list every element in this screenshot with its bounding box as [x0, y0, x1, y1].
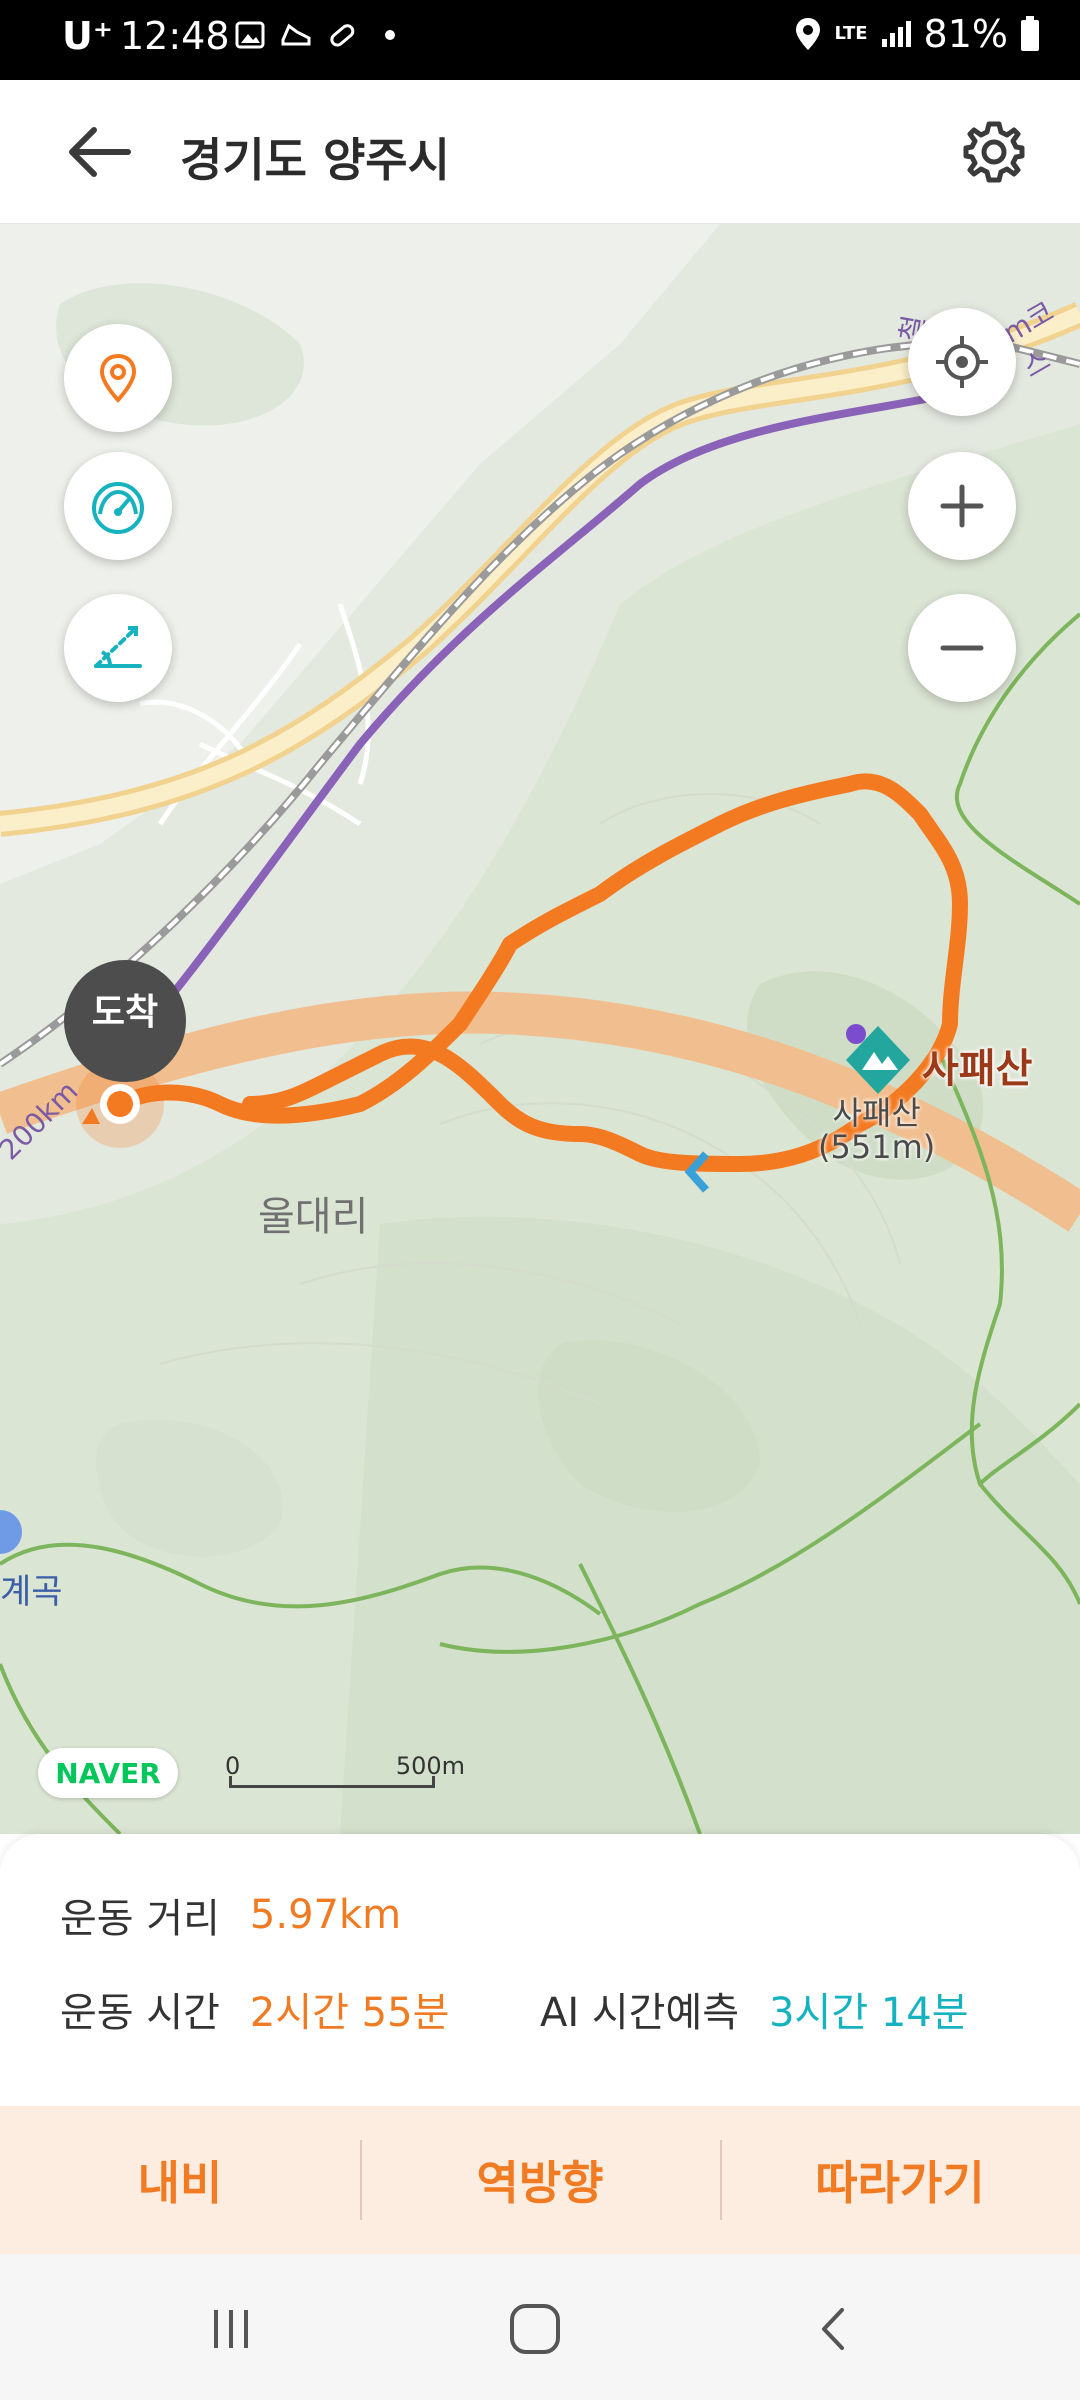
- naver-logo: NAVER: [38, 1748, 178, 1798]
- ai-estimate-value: 3시간 14분: [769, 1990, 969, 2036]
- zoom-in-icon: [940, 484, 984, 528]
- ai-estimate-label: AI 시간예측: [540, 1990, 740, 2036]
- peak-sub-label: 사패산 (551m): [818, 1096, 935, 1164]
- reverse-direction-button[interactable]: 역방향: [360, 2106, 720, 2254]
- home-button[interactable]: [500, 2294, 570, 2364]
- distance-label: 운동 거리: [60, 1896, 220, 1942]
- time-row: 운동 시간 2시간 55분: [60, 1980, 449, 2038]
- time-label: 운동 시간: [60, 1990, 220, 2036]
- home-icon: [510, 2304, 560, 2354]
- follow-button[interactable]: 따라가기: [720, 2106, 1080, 2254]
- battery-percent: 81%: [923, 12, 1008, 56]
- location-pin-icon: [99, 353, 137, 403]
- navigate-button[interactable]: 내비: [0, 2106, 360, 2254]
- location-status-icon: [796, 18, 821, 50]
- status-time: 12:48: [120, 14, 230, 58]
- signal-icon: [881, 21, 911, 47]
- arrow-left-icon: [69, 127, 131, 177]
- gallery-icon: [235, 21, 265, 49]
- speedometer-icon: [92, 482, 144, 534]
- speed-button[interactable]: [64, 452, 172, 560]
- slope-angle-icon: [94, 626, 142, 668]
- edge-place-label: 계곡: [0, 1572, 63, 1612]
- app-header: 경기도 양주시: [0, 80, 1080, 224]
- my-location-icon: [936, 336, 988, 388]
- slope-button[interactable]: [64, 594, 172, 702]
- location-pin-button[interactable]: [64, 324, 172, 432]
- shoe-icon: [281, 23, 311, 46]
- page-title: 경기도 양주시: [180, 133, 450, 187]
- distance-value: 5.97km: [249, 1892, 402, 1938]
- nav-back-button[interactable]: [800, 2294, 870, 2364]
- more-notifications-dot: [385, 30, 395, 40]
- back-button[interactable]: [64, 122, 134, 182]
- ai-estimate-row: AI 시간예측 3시간 14분: [540, 1980, 969, 2038]
- zoom-out-button[interactable]: [908, 594, 1016, 702]
- settings-button[interactable]: [962, 120, 1026, 184]
- map-view[interactable]: 울대리 사패산 사패산 (551m) 계곡 200km 철 m코스 도착 NAV…: [0, 224, 1080, 1834]
- workout-info-panel: 운동 거리 5.97km 운동 시간 2시간 55분 AI 시간예측 3시간 1…: [0, 1834, 1080, 2106]
- place-label: 울대리: [258, 1194, 369, 1240]
- carrier-label: U⁺: [62, 14, 113, 58]
- recent-apps-icon: [214, 2310, 248, 2348]
- status-bar: U⁺ 12:48 LTE 81%: [0, 0, 1080, 80]
- peak-sub-name: 사패산: [832, 1094, 921, 1132]
- peak-name-label[interactable]: 사패산: [922, 1036, 1032, 1094]
- system-nav-bar: [0, 2254, 1080, 2400]
- arrival-marker[interactable]: 도착: [64, 960, 186, 1082]
- zoom-out-icon: [940, 645, 984, 651]
- pill-icon: [330, 24, 355, 47]
- back-icon: [822, 2308, 844, 2350]
- distance-row: 운동 거리 5.97km: [60, 1886, 401, 1944]
- action-bar: 내비 역방향 따라가기: [0, 2106, 1080, 2254]
- notification-icons: [235, 20, 395, 50]
- gear-icon: [963, 121, 1025, 183]
- time-value: 2시간 55분: [249, 1990, 450, 2036]
- recent-apps-button[interactable]: [196, 2294, 266, 2364]
- peak-height: (551m): [818, 1128, 936, 1166]
- map-scale: 0 500m: [225, 1752, 465, 1792]
- battery-icon: [1021, 16, 1039, 51]
- zoom-in-button[interactable]: [908, 452, 1016, 560]
- my-location-button[interactable]: [908, 308, 1016, 416]
- network-type: LTE: [834, 23, 868, 44]
- scale-bar: [229, 1776, 435, 1788]
